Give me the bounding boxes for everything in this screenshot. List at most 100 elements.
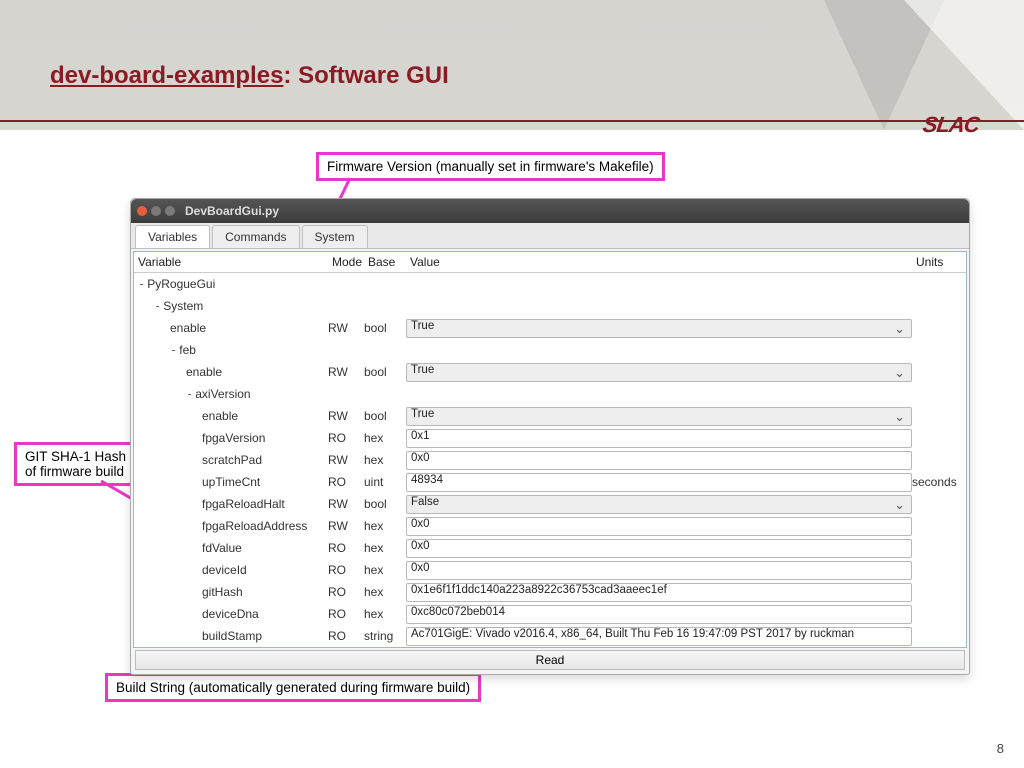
- base-cell: bool: [364, 321, 406, 335]
- branch-label: feb: [179, 343, 196, 357]
- base-cell: string: [364, 629, 406, 643]
- header-variable: Variable: [134, 252, 328, 272]
- row-deviceDna: deviceDna ROhex0xc80c072beb014: [134, 603, 966, 625]
- tab-system[interactable]: System: [302, 225, 368, 248]
- variable-name: upTimeCnt: [202, 475, 260, 489]
- tab-commands[interactable]: Commands: [212, 225, 299, 248]
- base-cell: hex: [364, 453, 406, 467]
- value-field[interactable]: 48934: [406, 473, 912, 492]
- base-cell: hex: [364, 563, 406, 577]
- row-system-enable: enable RWboolTrue: [134, 317, 966, 339]
- value-combo[interactable]: True: [406, 319, 912, 338]
- value-combo[interactable]: False: [406, 495, 912, 514]
- tree-feb[interactable]: - feb: [134, 339, 966, 361]
- variable-name: deviceDna: [202, 607, 259, 621]
- base-cell: hex: [364, 519, 406, 533]
- maximize-icon[interactable]: [165, 206, 175, 216]
- variable-name: fpgaReloadAddress: [202, 519, 307, 533]
- header-base: Base: [364, 252, 406, 272]
- callout-build-string: Build String (automatically generated du…: [105, 673, 481, 702]
- mode-cell: RW: [328, 365, 364, 379]
- app-window: DevBoardGui.py Variables Commands System…: [130, 198, 970, 675]
- value-field[interactable]: 0x1: [406, 429, 912, 448]
- collapse-icon[interactable]: -: [138, 277, 145, 291]
- variable-name: enable: [186, 365, 222, 379]
- value-field[interactable]: 0x0: [406, 561, 912, 580]
- row-upTimeCnt: upTimeCnt ROuint48934seconds: [134, 471, 966, 493]
- read-button[interactable]: Read: [135, 650, 965, 670]
- mode-cell: RO: [328, 585, 364, 599]
- row-fpgaReloadHalt: fpgaReloadHalt RWboolFalse: [134, 493, 966, 515]
- variable-name: buildStamp: [202, 629, 262, 643]
- row-deviceId: deviceId ROhex0x0: [134, 559, 966, 581]
- value-field[interactable]: 0x0: [406, 451, 912, 470]
- mode-cell: RO: [328, 431, 364, 445]
- mode-cell: RW: [328, 321, 364, 335]
- variable-name: enable: [202, 409, 238, 423]
- variable-name: enable: [170, 321, 206, 335]
- row-enable: enable RWboolTrue: [134, 405, 966, 427]
- collapse-icon[interactable]: -: [186, 387, 193, 401]
- row-scratchPad: scratchPad RWhex0x0: [134, 449, 966, 471]
- mode-cell: RW: [328, 519, 364, 533]
- tab-variables[interactable]: Variables: [135, 225, 210, 248]
- branch-label: axiVersion: [195, 387, 250, 401]
- tree-system[interactable]: - System: [134, 295, 966, 317]
- base-cell: bool: [364, 365, 406, 379]
- base-cell: hex: [364, 607, 406, 621]
- variables-panel: Variable Mode Base Value Units - PyRogue…: [133, 251, 967, 648]
- window-title: DevBoardGui.py: [185, 204, 279, 218]
- minimize-icon[interactable]: [151, 206, 161, 216]
- header-mode: Mode: [328, 252, 364, 272]
- slide-title: dev-board-examples: Software GUI: [50, 62, 449, 90]
- base-cell: hex: [364, 585, 406, 599]
- mode-cell: RO: [328, 629, 364, 643]
- mode-cell: RO: [328, 563, 364, 577]
- base-cell: uint: [364, 475, 406, 489]
- mode-cell: RO: [328, 541, 364, 555]
- variable-name: fpgaReloadHalt: [202, 497, 285, 511]
- row-buildStamp: buildStamp ROstringAc701GigE: Vivado v201…: [134, 625, 966, 647]
- mode-cell: RW: [328, 497, 364, 511]
- tab-bar: Variables Commands System: [131, 223, 969, 249]
- mode-cell: RO: [328, 475, 364, 489]
- variable-name: gitHash: [202, 585, 243, 599]
- value-field[interactable]: 0x1e6f1f1ddc140a223a8922c36753cad3aaeec1…: [406, 583, 912, 602]
- value-combo[interactable]: True: [406, 407, 912, 426]
- variable-name: fdValue: [202, 541, 242, 555]
- slac-logo: SLAC: [922, 114, 981, 136]
- close-icon[interactable]: [137, 206, 147, 216]
- variable-name: scratchPad: [202, 453, 262, 467]
- page-number: 8: [997, 741, 1004, 756]
- base-cell: bool: [364, 409, 406, 423]
- mode-cell: RW: [328, 409, 364, 423]
- base-cell: bool: [364, 497, 406, 511]
- variable-name: deviceId: [202, 563, 247, 577]
- row-fpgaReloadAddress: fpgaReloadAddress RWhex0x0: [134, 515, 966, 537]
- tree-axiversion[interactable]: - axiVersion: [134, 383, 966, 405]
- branch-label: PyRogueGui: [147, 277, 215, 291]
- branch-label: System: [163, 299, 203, 313]
- collapse-icon[interactable]: -: [154, 299, 161, 313]
- column-headers: Variable Mode Base Value Units: [134, 252, 966, 273]
- variable-name: fpgaVersion: [202, 431, 265, 445]
- row-fdValue: fdValue ROhex0x0: [134, 537, 966, 559]
- titlebar: DevBoardGui.py: [131, 199, 969, 223]
- collapse-icon[interactable]: -: [170, 343, 177, 357]
- value-field[interactable]: 0xc80c072beb014: [406, 605, 912, 624]
- header-value: Value: [406, 252, 912, 272]
- value-field[interactable]: Ac701GigE: Vivado v2016.4, x86_64, Built…: [406, 627, 912, 646]
- row-gitHash: gitHash ROhex0x1e6f1f1ddc140a223a8922c367…: [134, 581, 966, 603]
- row-feb-enable: enable RWboolTrue: [134, 361, 966, 383]
- value-combo[interactable]: True: [406, 363, 912, 382]
- mode-cell: RO: [328, 607, 364, 621]
- callout-firmware-version: Firmware Version (manually set in firmwa…: [316, 152, 665, 181]
- mode-cell: RW: [328, 453, 364, 467]
- value-field[interactable]: 0x0: [406, 517, 912, 536]
- base-cell: hex: [364, 541, 406, 555]
- header-units: Units: [912, 252, 966, 272]
- units-cell: seconds: [912, 475, 966, 489]
- value-field[interactable]: 0x0: [406, 539, 912, 558]
- tree-root[interactable]: - PyRogueGui: [134, 273, 966, 295]
- base-cell: hex: [364, 431, 406, 445]
